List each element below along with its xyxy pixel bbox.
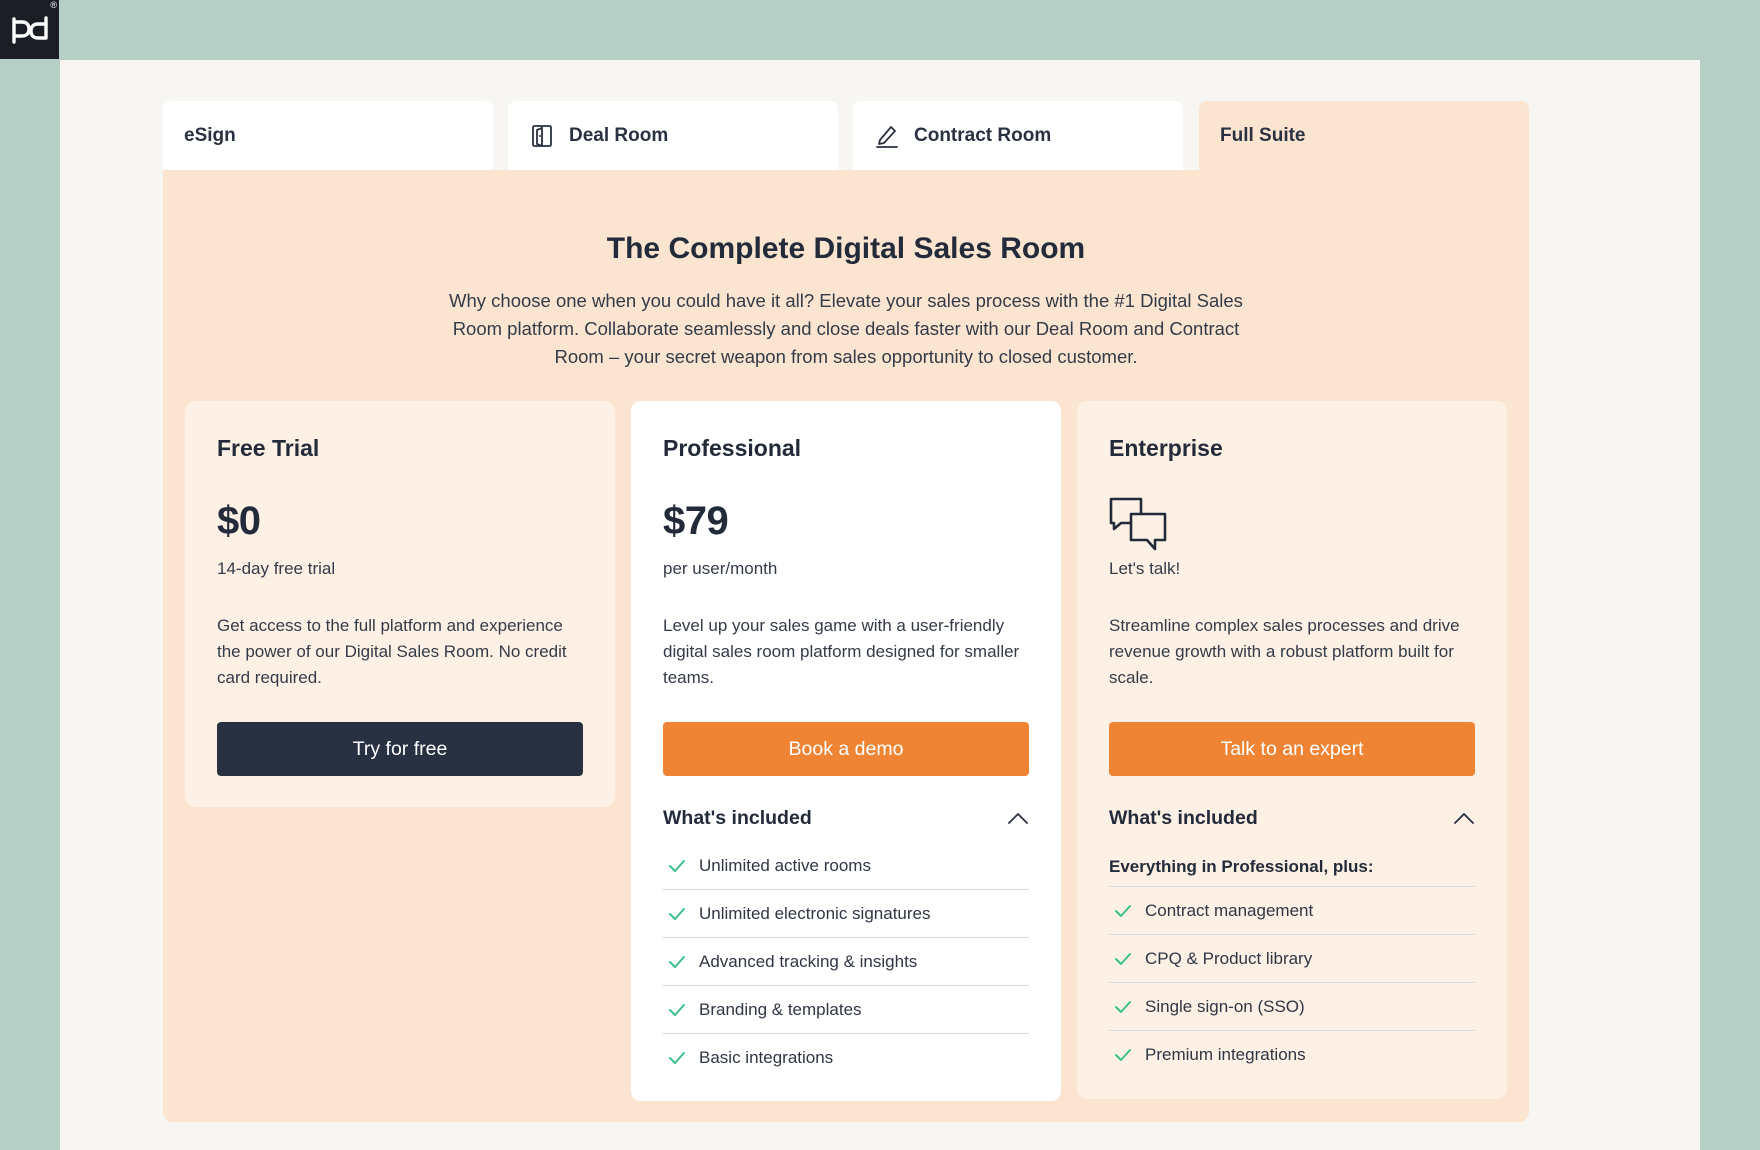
plan-price: $0 [217, 499, 261, 543]
tab-deal-room[interactable]: Deal Room [508, 101, 838, 170]
check-icon [667, 954, 687, 970]
try-for-free-button[interactable]: Try for free [217, 722, 583, 776]
chat-bubbles-icon [1107, 496, 1169, 554]
feature-label: Contract management [1145, 900, 1314, 920]
talk-to-an-expert-button[interactable]: Talk to an expert [1109, 722, 1475, 776]
plan-price-note: Let's talk! [1109, 559, 1181, 578]
whats-included-title: What's included [663, 806, 812, 829]
whats-included-title: What's included [1109, 806, 1258, 829]
feature-label: Unlimited electronic signatures [699, 903, 931, 923]
list-item: Premium integrations [1109, 1031, 1475, 1079]
pandadoc-logo-icon [11, 15, 48, 44]
plan-description: Level up your sales game with a user-fri… [663, 616, 1020, 687]
whats-included-toggle[interactable]: What's included [663, 801, 1029, 835]
check-icon [667, 906, 687, 922]
feature-label: CPQ & Product library [1145, 948, 1313, 968]
feature-list: Unlimited active rooms Unlimited electro… [663, 842, 1029, 1082]
feature-list: Contract management CPQ & Product librar… [1109, 887, 1475, 1079]
whats-included-toggle[interactable]: What's included [1109, 801, 1475, 835]
chevron-up-icon [1453, 811, 1475, 825]
list-item: Basic integrations [663, 1034, 1029, 1082]
product-tabs: eSign Deal Room Contract Room Full Suite [163, 101, 1529, 170]
feature-label: Basic integrations [699, 1048, 834, 1067]
chevron-up-icon [1007, 811, 1029, 825]
plan-name: Enterprise [1109, 435, 1223, 461]
tab-esign[interactable]: eSign [163, 101, 493, 170]
feature-label: Advanced tracking & insights [699, 951, 918, 971]
list-item: Branding & templates [663, 986, 1029, 1034]
tab-label: Full Suite [1220, 124, 1306, 146]
plan-price-note: 14-day free trial [217, 559, 336, 578]
door-icon [529, 123, 555, 149]
pen-icon [874, 123, 900, 149]
plan-includes-note: Everything in Professional, plus: [1109, 847, 1475, 887]
section-description: Why choose one when you could have it al… [449, 290, 1243, 367]
tab-contract-room[interactable]: Contract Room [853, 101, 1183, 170]
list-item: CPQ & Product library [1109, 935, 1475, 983]
list-item: Contract management [1109, 887, 1475, 935]
check-icon [667, 1002, 687, 1018]
check-icon [667, 1050, 687, 1066]
tab-label: Contract Room [914, 124, 1052, 146]
plan-card-free-trial: Free Trial $0 14-day free trial Get acce… [185, 401, 615, 807]
list-item: Unlimited electronic signatures [663, 890, 1029, 938]
tab-label: Deal Room [569, 124, 669, 146]
registered-mark: ® [50, 0, 57, 10]
tab-full-suite[interactable]: Full Suite [1199, 101, 1529, 170]
feature-label: Single sign-on (SSO) [1145, 996, 1305, 1016]
check-icon [1113, 1047, 1133, 1063]
feature-label: Premium integrations [1145, 1045, 1306, 1064]
list-item: Unlimited active rooms [663, 842, 1029, 890]
check-icon [667, 858, 687, 874]
section-title: The Complete Digital Sales Room [606, 232, 1086, 265]
full-suite-section: The Complete Digital Sales Room Why choo… [163, 170, 1529, 1122]
plan-price-note: per user/month [663, 559, 778, 578]
plan-card-professional: Professional $79 per user/month Level up… [631, 401, 1061, 1101]
plan-name: Professional [663, 435, 802, 461]
list-item: Single sign-on (SSO) [1109, 983, 1475, 1031]
feature-label: Branding & templates [699, 999, 862, 1019]
tab-label: eSign [184, 124, 236, 146]
plan-name: Free Trial [217, 435, 320, 461]
plan-card-enterprise: Enterprise Let's talk! Streamline comple… [1077, 401, 1507, 1099]
brand-logo[interactable]: ® [0, 0, 59, 59]
feature-label: Unlimited active rooms [699, 855, 871, 875]
plan-description: Get access to the full platform and expe… [217, 616, 567, 687]
check-icon [1113, 999, 1133, 1015]
plan-price: $79 [663, 499, 729, 543]
check-icon [1113, 903, 1133, 919]
check-icon [1113, 951, 1133, 967]
list-item: Advanced tracking & insights [663, 938, 1029, 986]
book-a-demo-button[interactable]: Book a demo [663, 722, 1029, 776]
plan-description: Streamline complex sales processes and d… [1109, 616, 1460, 687]
